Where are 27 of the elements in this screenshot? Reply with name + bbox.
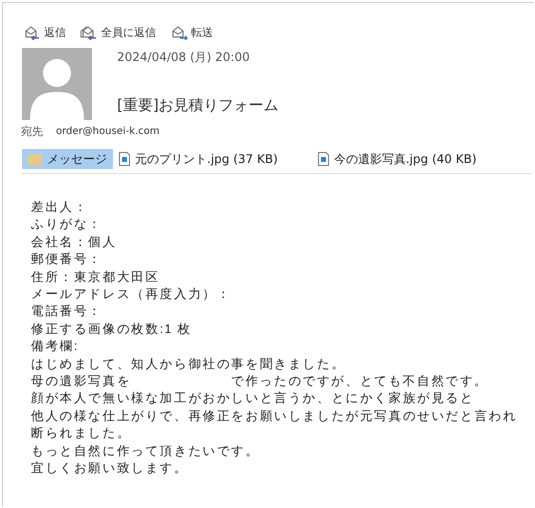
body-text-line: 顔が本人で無い様な加工がおかしいと言うか、とにかく家族が見ると [31, 390, 476, 408]
body-text-line: で作ったのですが、とても不自然です。 [231, 373, 489, 390]
body-text-line: 修正する画像の枚数:1 枚 [31, 320, 193, 338]
body-text-line: 住所：東京都大田区 [31, 268, 161, 286]
toolbar-button[interactable]: 全員に返信 [78, 23, 158, 42]
recipient-address: order@housei-k.com [56, 126, 160, 137]
toolbar-button[interactable]: 転送 [168, 23, 215, 42]
body-text-line: 備考欄: [31, 338, 80, 356]
body-text-line: 宜しくお願い致します。 [31, 460, 190, 478]
body-text-line: 母の遺影写真を [31, 373, 132, 390]
toolbar-button[interactable]: 返信 [21, 23, 68, 42]
sent-date: 2024/04/08 (月) 20:00 [117, 49, 251, 66]
body-text-line: 郵便番号： [31, 251, 104, 268]
subject: [重要]お見積りフォーム [117, 96, 279, 115]
body-text-line: 電話番号： [31, 303, 104, 320]
attachment-tab[interactable]: メッセージ [22, 149, 113, 169]
body-text-line: 会社名：個人 [31, 234, 118, 251]
body-text-line: 他人の様な仕上がりで、再修正をお願いしましたが元写真のせいだと言われ [31, 408, 518, 425]
attachment-tab[interactable]: 今の遺影写真.jpg (40 KB) [312, 149, 482, 169]
attachment-tab[interactable]: 元のプリント.jpg (37 KB) [113, 149, 284, 169]
body-text-line: ふりがな： [31, 216, 104, 234]
body-text-line: はじめまして、知人から御社の事を聞きました。 [31, 356, 347, 373]
body-text-line: メールアドレス（再度入力）： [31, 286, 232, 304]
body-text-line: 断られました。 [31, 425, 132, 442]
to-label: 宛先 [21, 124, 43, 139]
body-text-line: もっと自然に作って頂きたいです。 [31, 442, 261, 460]
body-text-line: 差出人： [31, 199, 90, 216]
